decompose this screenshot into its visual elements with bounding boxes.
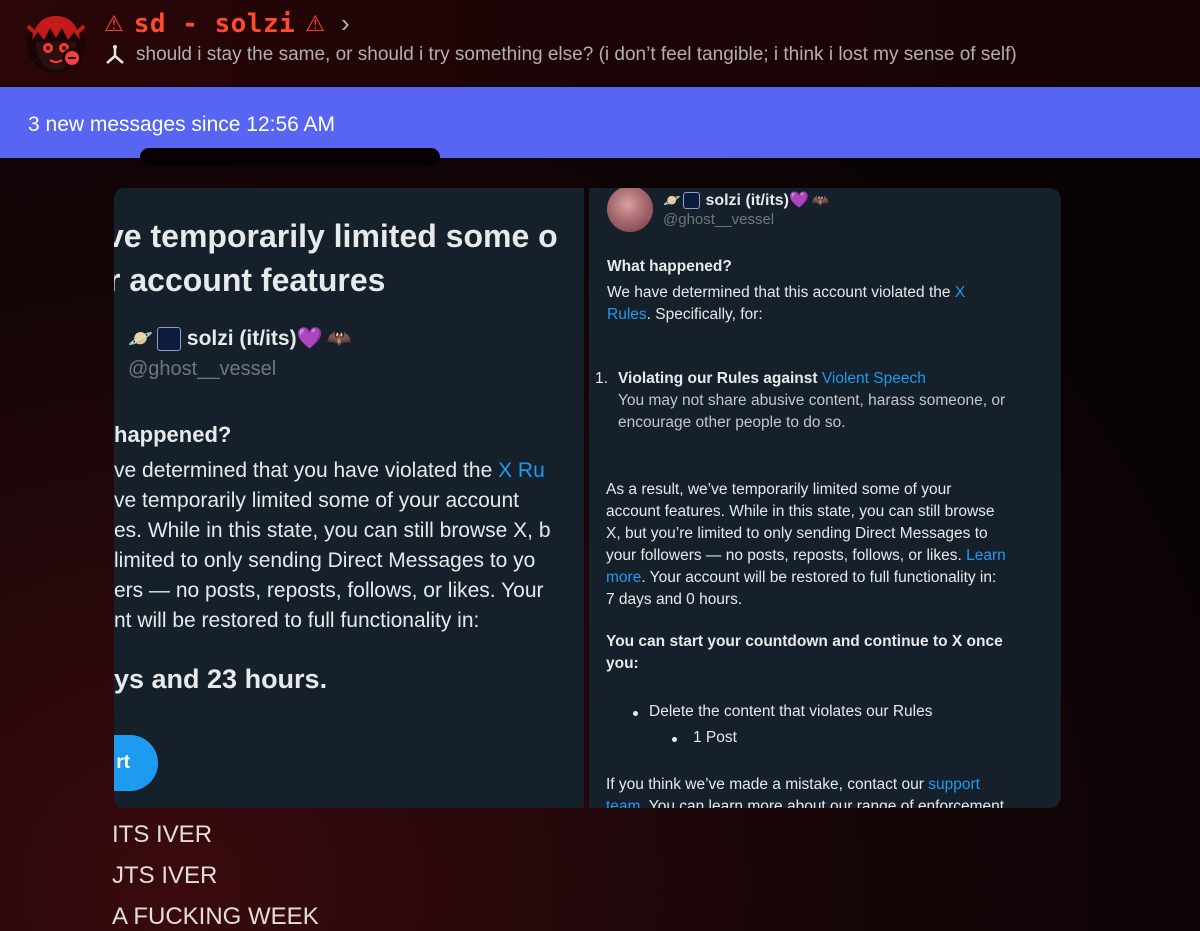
right-display-name: solzi (it/its)💜 [705,192,809,209]
planet-emoji-icon: 🪐 [663,191,681,208]
right-user: 🪐 solzi (it/its)💜 🦇 [663,190,829,210]
left-body-line: es. While in this state, you can still b… [114,519,551,542]
left-title: ve temporarily limited some o r account … [114,214,584,302]
image-attachment-right[interactable]: 🪐 solzi (it/its)💜 🦇 @ghost__vessel What … [589,188,1061,808]
violation-title: Violating our Rules against [618,370,822,387]
left-countdown: ys and 23 hours. [114,664,328,694]
divider-pill [140,148,440,166]
mistake-text-b: . You can learn more about our range of … [640,798,1005,808]
ornament-icon: ⚠ [305,10,326,36]
determined-text-b: . Specifically, for: [646,306,763,323]
topic-ornament-icon [106,45,124,64]
left-body-line: nt will be restored to full functionalit… [114,609,480,632]
determined-text-a: We have determined that this account vio… [607,284,955,301]
left-body-line: limited to only sending Direct Messages … [114,549,536,572]
dnd-status-icon [62,48,82,68]
support-link[interactable]: team [606,798,640,808]
image-attachment-left[interactable]: ve temporarily limited some o r account … [114,188,584,808]
determined-text: We have determined that this account vio… [607,282,965,326]
channel-topic[interactable]: should i stay the same, or should i try … [104,44,1017,66]
profile-avatar [607,188,653,232]
x-rules-link[interactable]: Rules [607,306,647,323]
result-line: X, but you’re limited to only sending Di… [606,525,988,542]
left-body: ve determined that you have violated the… [114,456,584,636]
channel-name: sd - solzi [133,8,296,39]
start-button-label: rt [116,752,130,773]
violation-item: Violating our Rules against Violent Spee… [618,368,1005,434]
channel-title[interactable]: ⚠ sd - solzi ⚠ › [104,8,350,39]
countdown-heading: You can start your countdown and continu… [606,631,1003,675]
left-body-line: ve temporarily limited some of your acco… [114,489,519,512]
left-handle: @ghost__vessel [128,358,277,380]
x-rules-link[interactable]: X [955,284,965,301]
result-line: your followers — no posts, reposts, foll… [606,547,967,564]
left-rules-link[interactable]: X Ru [498,459,545,482]
violent-speech-link[interactable]: Violent Speech [822,370,926,387]
message-text: ITS IVER [112,821,213,848]
result-duration: 7 days and 0 hours. [606,591,743,608]
left-body-line: ers — no posts, reposts, follows, or lik… [114,579,544,602]
result-line: . Your account will be restored to full … [641,569,997,586]
new-messages-text: 3 new messages since 12:56 AM [28,112,336,136]
galaxy-emoji-icon [156,326,181,351]
what-happened-heading: What happened? [607,258,732,275]
bullet-dot [672,737,677,742]
left-section-title: happened? [114,422,232,447]
page: ⚠ sd - solzi ⚠ › should i stay the same,… [0,0,1200,931]
bat-emoji-icon: 🦇 [811,191,830,208]
avatar[interactable] [22,10,92,74]
mistake-text: If you think we’ve made a mistake, conta… [606,774,1004,808]
countdown-heading-line: you: [606,655,639,672]
galaxy-emoji-icon [683,191,701,209]
message-text: JTS IVER [112,862,218,889]
violation-desc: encourage other people to do so. [618,414,846,431]
bat-emoji-icon: 🦇 [326,328,352,350]
left-display-name: solzi (it/its)💜 [186,326,323,350]
left-user: 🪐 solzi (it/its)💜 🦇 [128,326,352,351]
mistake-text-a: If you think we’ve made a mistake, conta… [606,776,929,793]
start-button[interactable]: rt [114,735,158,791]
countdown-heading-line: You can start your countdown and continu… [606,633,1003,650]
left-body-text: ve determined that you have violated the [114,459,499,482]
message-text: A FUCKING WEEK [112,903,319,930]
violation-number: 1. [595,370,608,387]
result-line: As a result, we’ve temporarily limited s… [606,481,952,498]
support-link[interactable]: support [928,776,980,793]
left-title-line: ve temporarily limited some o [114,218,558,254]
ornament-icon: ⚠ [104,10,124,36]
violation-desc: You may not share abusive content, haras… [618,392,1006,409]
result-text: As a result, we’ve temporarily limited s… [606,479,1006,611]
bullet-item: Delete the content that violates our Rul… [649,703,933,720]
learn-more-link[interactable]: Learn [966,547,1006,564]
right-handle: @ghost__vessel [663,211,775,228]
chevron-right-icon[interactable]: › [341,8,350,39]
channel-header: ⚠ sd - solzi ⚠ › should i stay the same,… [0,0,1200,86]
result-line: account features. While in this state, y… [606,503,995,520]
topic-text: should i stay the same, or should i try … [136,44,1017,65]
left-title-line: r account features [114,262,386,298]
bullet-item: 1 Post [693,729,737,746]
bullet-dot [633,711,638,716]
learn-more-link[interactable]: more [606,569,641,586]
planet-emoji-icon: 🪐 [128,328,153,350]
